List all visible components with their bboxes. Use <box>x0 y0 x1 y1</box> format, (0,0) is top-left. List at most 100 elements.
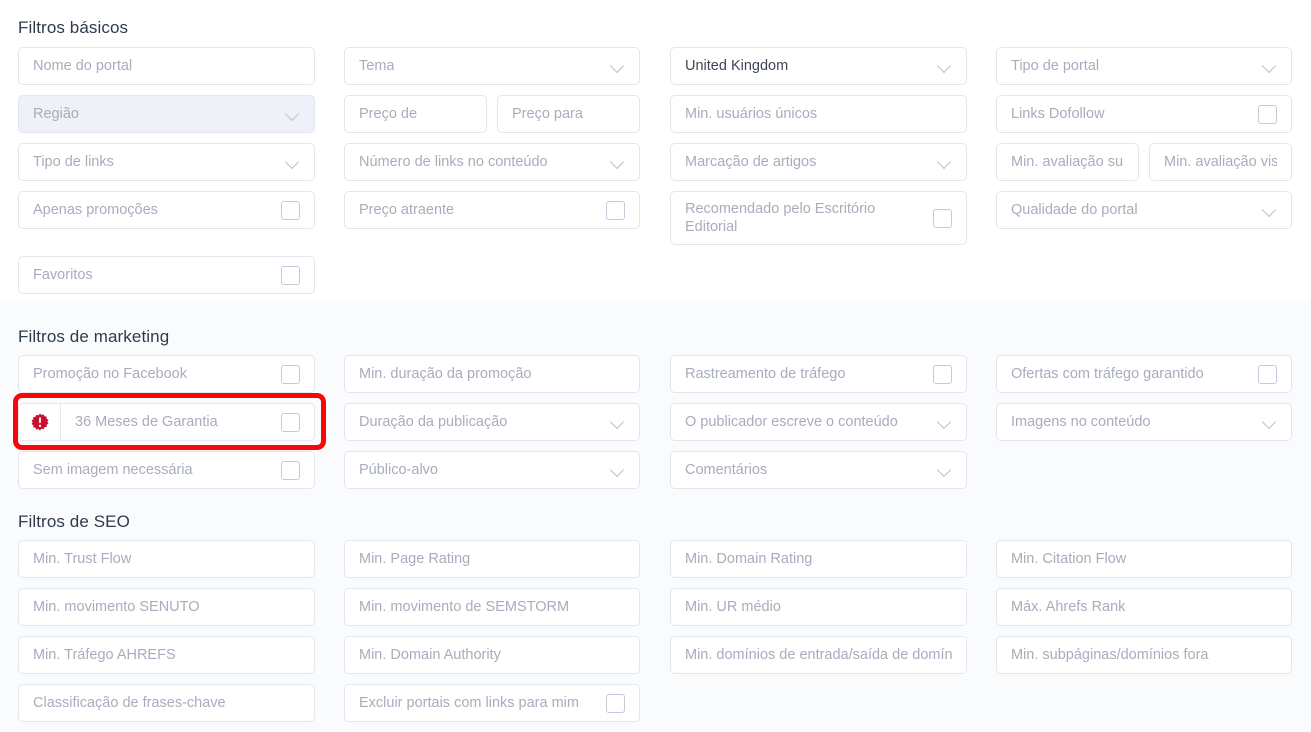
field-label: Comentários <box>685 461 768 478</box>
field-label: Público-alvo <box>359 461 438 478</box>
field-label: Min. Trust Flow <box>33 550 132 567</box>
field-regiao[interactable]: Região <box>18 95 315 133</box>
field-label: Preço para <box>512 105 583 122</box>
field-tipo-de-portal[interactable]: Tipo de portal <box>996 47 1292 85</box>
field-ofertas-com-trafego-garantido[interactable]: Ofertas com tráfego garantido <box>996 355 1292 393</box>
field-excluir-portais-com-links-para-mim[interactable]: Excluir portais com links para mim <box>344 684 640 722</box>
checkbox[interactable] <box>933 364 952 384</box>
field-min-trafego-ahrefs[interactable]: Min. Tráfego AHREFS <box>18 636 315 674</box>
field-min-dominios-entrada-saida[interactable]: Min. domínios de entrada/saída de domíni… <box>670 636 967 674</box>
field-label: O publicador escreve o conteúdo <box>685 413 898 430</box>
chevron-down-icon <box>286 107 300 121</box>
field-label: Min. movimento SENUTO <box>33 598 200 615</box>
field-min-page-rating[interactable]: Min. Page Rating <box>344 540 640 578</box>
field-promocao-no-facebook[interactable]: Promoção no Facebook <box>18 355 315 393</box>
field-min-citation-flow[interactable]: Min. Citation Flow <box>996 540 1292 578</box>
warning-badge-icon <box>19 404 61 440</box>
section-seo-filters: Filtros de SEO Min. Trust Flow Min. Page… <box>0 500 1311 732</box>
chevron-down-icon <box>938 463 952 477</box>
checkbox[interactable] <box>281 412 300 432</box>
field-apenas-promocoes[interactable]: Apenas promoções <box>18 191 315 229</box>
field-max-ahrefs-rank[interactable]: Máx. Ahrefs Rank <box>996 588 1292 626</box>
checkbox[interactable] <box>281 265 300 285</box>
field-36-meses-de-garantia[interactable]: 36 Meses de Garantia <box>18 403 315 441</box>
field-label: Número de links no conteúdo <box>359 153 548 170</box>
field-label: Min. usuários únicos <box>685 105 818 122</box>
field-label: Min. subpáginas/domínios fora <box>1011 646 1209 663</box>
field-label: Min. Domain Rating <box>685 550 813 567</box>
field-min-ur-medio[interactable]: Min. UR médio <box>670 588 967 626</box>
field-country[interactable]: United Kingdom <box>670 47 967 85</box>
field-links-dofollow[interactable]: Links Dofollow <box>996 95 1292 133</box>
field-min-movimento-de-semstorm[interactable]: Min. movimento de SEMSTORM <box>344 588 640 626</box>
field-label: Tipo de links <box>33 153 114 170</box>
checkbox[interactable] <box>1258 364 1277 384</box>
field-label: Min. Citation Flow <box>1011 550 1127 567</box>
field-rastreamento-de-trafego[interactable]: Rastreamento de tráfego <box>670 355 967 393</box>
field-label: Min. movimento de SEMSTORM <box>359 598 570 615</box>
field-imagens-no-conteudo[interactable]: Imagens no conteúdo <box>996 403 1292 441</box>
field-nome-do-portal[interactable]: Nome do portal <box>18 47 315 85</box>
field-preco-de[interactable]: Preço de <box>344 95 487 133</box>
field-marcacao-de-artigos[interactable]: Marcação de artigos <box>670 143 967 181</box>
field-comentarios[interactable]: Comentários <box>670 451 967 489</box>
field-favoritos[interactable]: Favoritos <box>18 256 315 294</box>
field-label: Min. Page Rating <box>359 550 471 567</box>
field-min-movimento-senuto[interactable]: Min. movimento SENUTO <box>18 588 315 626</box>
field-value: United Kingdom <box>685 57 789 74</box>
field-label: Tema <box>359 57 395 74</box>
chevron-down-icon <box>1263 59 1277 73</box>
field-label: Favoritos <box>33 266 93 283</box>
field-label: Duração da publicação <box>359 413 508 430</box>
field-publico-alvo[interactable]: Público-alvo <box>344 451 640 489</box>
field-label: Min. UR médio <box>685 598 781 615</box>
field-min-domain-authority[interactable]: Min. Domain Authority <box>344 636 640 674</box>
field-min-avaliacao-visual[interactable]: Min. avaliação visu <box>1149 143 1292 181</box>
field-numero-de-links-no-conteudo[interactable]: Número de links no conteúdo <box>344 143 640 181</box>
field-label: Máx. Ahrefs Rank <box>1011 598 1126 615</box>
checkbox[interactable] <box>933 208 952 228</box>
field-min-subpaginas-dominios-fora[interactable]: Min. subpáginas/domínios fora <box>996 636 1292 674</box>
checkbox[interactable] <box>606 693 625 713</box>
field-label: Qualidade do portal <box>1011 201 1138 218</box>
field-recomendado-pelo-escritorio-editorial[interactable]: Recomendado pelo Escritório Editorial <box>670 191 967 245</box>
field-min-domain-rating[interactable]: Min. Domain Rating <box>670 540 967 578</box>
checkbox[interactable] <box>606 200 625 220</box>
field-min-avaliacao-substantiva[interactable]: Min. avaliação sub <box>996 143 1139 181</box>
field-label: Min. Tráfego AHREFS <box>33 646 176 663</box>
checkbox[interactable] <box>281 364 300 384</box>
section-title-basic: Filtros básicos <box>18 18 129 37</box>
field-min-duracao-da-promocao[interactable]: Min. duração da promoção <box>344 355 640 393</box>
field-label: Min. avaliação visu <box>1164 153 1277 170</box>
field-tema[interactable]: Tema <box>344 47 640 85</box>
field-label: Imagens no conteúdo <box>1011 413 1151 430</box>
field-classificacao-de-frases-chave[interactable]: Classificação de frases-chave <box>18 684 315 722</box>
field-preco-atraente[interactable]: Preço atraente <box>344 191 640 229</box>
field-label: Rastreamento de tráfego <box>685 365 846 382</box>
field-label: Recomendado pelo Escritório Editorial <box>685 200 876 235</box>
field-label: Min. avaliação sub <box>1011 153 1124 170</box>
chevron-down-icon <box>1263 203 1277 217</box>
field-qualidade-do-portal[interactable]: Qualidade do portal <box>996 191 1292 229</box>
field-tipo-de-links[interactable]: Tipo de links <box>18 143 315 181</box>
field-label: Ofertas com tráfego garantido <box>1011 365 1204 382</box>
field-label: Min. domínios de entrada/saída de domíni… <box>685 646 952 663</box>
checkbox[interactable] <box>1258 104 1277 124</box>
field-label: 36 Meses de Garantia <box>75 413 218 430</box>
field-label: Preço atraente <box>359 201 455 218</box>
chevron-down-icon <box>938 59 952 73</box>
field-duracao-da-publicacao[interactable]: Duração da publicação <box>344 403 640 441</box>
chevron-down-icon <box>1263 415 1277 429</box>
field-label: Links Dofollow <box>1011 105 1105 122</box>
field-label: Nome do portal <box>33 57 133 74</box>
checkbox[interactable] <box>281 460 300 480</box>
field-o-publicador-escreve-o-conteudo[interactable]: O publicador escreve o conteúdo <box>670 403 967 441</box>
chevron-down-icon <box>611 415 625 429</box>
checkbox[interactable] <box>281 200 300 220</box>
field-min-trust-flow[interactable]: Min. Trust Flow <box>18 540 315 578</box>
field-sem-imagem-necessaria[interactable]: Sem imagem necessária <box>18 451 315 489</box>
field-min-usuarios-unicos[interactable]: Min. usuários únicos <box>670 95 967 133</box>
field-label: Classificação de frases-chave <box>33 694 226 711</box>
field-preco-para[interactable]: Preço para <box>497 95 640 133</box>
section-marketing-filters: Filtros de marketing Promoção no Faceboo… <box>0 300 1311 500</box>
